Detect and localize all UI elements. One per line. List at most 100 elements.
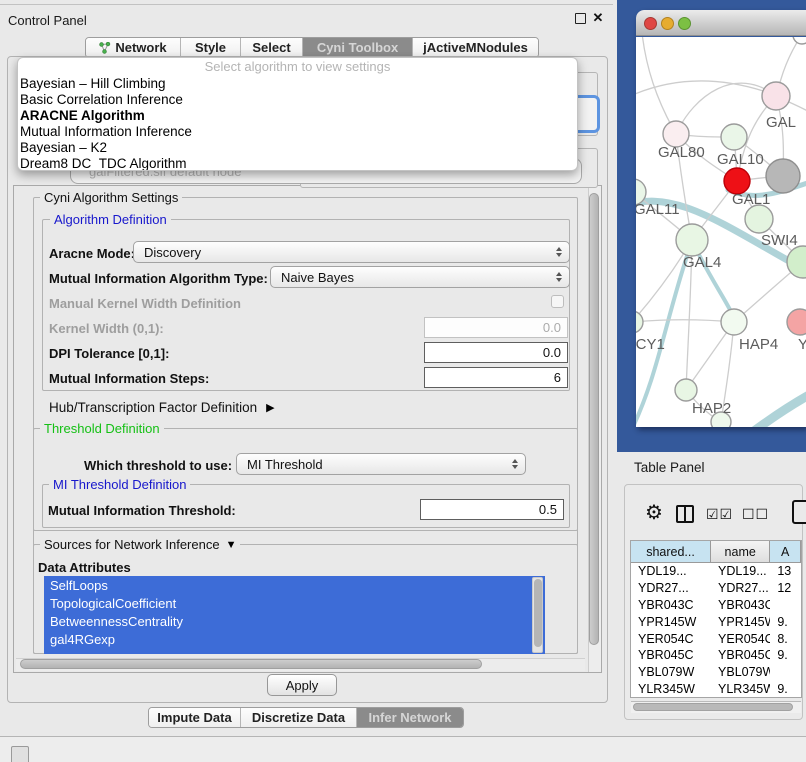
close-window-button[interactable] xyxy=(644,17,657,30)
which-threshold-combo[interactable]: MI Threshold xyxy=(236,453,526,475)
network-node[interactable] xyxy=(721,309,747,335)
table-row[interactable]: YDR27...YDR27...12 xyxy=(631,580,801,597)
algorithm-popup-item[interactable]: Bayesian – Hill Climbing xyxy=(18,75,577,91)
table-cell: YER054C xyxy=(631,630,711,647)
network-edge-highlighted xyxy=(754,387,806,427)
table-cell: 12 xyxy=(770,580,801,597)
attributes-scrollbar-thumb[interactable] xyxy=(534,579,542,647)
select-all-columns-icon[interactable]: ☑☑ xyxy=(706,506,733,523)
tab-infer-network[interactable]: Infer Network xyxy=(357,708,463,727)
network-node[interactable] xyxy=(676,224,708,256)
node-label: GAL10 xyxy=(717,151,764,168)
table-header-row: shared...nameA xyxy=(631,541,801,563)
table-cell: YLR345W xyxy=(631,681,711,698)
table-row[interactable]: YBR045CYBR045C9. xyxy=(631,647,801,664)
tab-style[interactable]: Style xyxy=(181,38,241,57)
tab-jactivemnodules[interactable]: jActiveMNodules xyxy=(413,38,538,57)
table-cell: YLR345W xyxy=(711,681,770,698)
network-node[interactable] xyxy=(636,311,643,333)
algorithm-popup-item[interactable]: Dream8 DC_TDC Algorithm xyxy=(18,155,577,171)
network-node[interactable] xyxy=(762,82,790,110)
function-builder-icon[interactable] xyxy=(792,500,806,524)
tab-select[interactable]: Select xyxy=(241,38,303,57)
data-attribute-item[interactable]: gal4RGexp xyxy=(44,630,545,648)
settings-horizontal-scrollbar-thumb[interactable] xyxy=(20,659,482,669)
table-row[interactable]: YER054CYER054C8. xyxy=(631,630,801,647)
table-cell: YBR045C xyxy=(711,647,770,664)
node-label: GAL xyxy=(766,114,796,131)
mi-threshold-field[interactable]: 0.5 xyxy=(420,499,564,520)
network-window: GALGAL80GAL10GAL1GAL11SWI4GAL4GCY1HAP4YH… xyxy=(636,10,806,427)
algorithm-definition-title: Algorithm Definition xyxy=(50,212,171,227)
minimize-window-button[interactable] xyxy=(661,17,674,30)
algorithm-popup-list: Bayesian – Hill ClimbingBasic Correlatio… xyxy=(18,75,577,171)
mi-steps-label: Mutual Information Steps: xyxy=(49,371,209,386)
deselect-all-columns-icon[interactable]: ☐☐ xyxy=(742,506,769,523)
network-node[interactable] xyxy=(766,159,800,193)
data-attributes-list: SelfLoopsTopologicalCoefficientBetweenne… xyxy=(44,576,545,654)
column-header[interactable]: shared... xyxy=(631,541,711,562)
mi-threshold-definition-title: MI Threshold Definition xyxy=(49,477,190,492)
table-cell: YPR145W xyxy=(631,613,711,630)
dpi-tolerance-field[interactable]: 0.0 xyxy=(424,342,568,363)
table-cell xyxy=(770,664,801,681)
table-row[interactable]: YBR043CYBR043C xyxy=(631,597,801,614)
close-icon[interactable]: ✕ xyxy=(591,10,605,26)
gear-icon[interactable]: ⚙ xyxy=(645,502,663,524)
data-attribute-item[interactable]: SelfLoops xyxy=(44,576,545,594)
table-horizontal-scrollbar-thumb[interactable] xyxy=(633,703,793,711)
network-node[interactable] xyxy=(721,124,747,150)
tab-impute-data[interactable]: Impute Data xyxy=(149,708,241,727)
apply-button[interactable]: Apply xyxy=(267,674,337,696)
table-row[interactable]: YDL19...YDL19...13 xyxy=(631,563,801,580)
table-cell: YBL079W xyxy=(711,664,770,681)
table-cell: YDL19... xyxy=(711,563,770,580)
table-cell: YIL052C xyxy=(711,697,770,698)
mi-type-combo[interactable]: Naive Bayes xyxy=(270,266,570,288)
table-cell: YER054C xyxy=(711,630,770,647)
manual-kernel-checkbox[interactable] xyxy=(551,295,564,308)
aracne-mode-combo[interactable]: Discovery xyxy=(133,241,570,263)
network-node[interactable] xyxy=(793,37,806,44)
settings-vertical-scrollbar-thumb[interactable] xyxy=(589,193,599,645)
sources-toggle[interactable]: Sources for Network Inference ▼ xyxy=(40,537,240,552)
data-attribute-item[interactable]: BetweennessCentrality xyxy=(44,612,545,630)
which-threshold-label: Which threshold to use: xyxy=(84,458,232,473)
network-node[interactable] xyxy=(745,205,773,233)
algorithm-popup-item[interactable]: ARACNE Algorithm xyxy=(18,107,577,123)
network-node[interactable] xyxy=(787,309,806,335)
table-row[interactable]: YLR345WYLR345W9. xyxy=(631,681,801,698)
table-row[interactable]: YBL079WYBL079W xyxy=(631,664,801,681)
tab-network[interactable]: Network xyxy=(86,38,181,57)
columns-icon[interactable] xyxy=(676,505,694,523)
network-canvas[interactable]: GALGAL80GAL10GAL1GAL11SWI4GAL4GCY1HAP4YH… xyxy=(636,37,806,427)
column-header[interactable]: name xyxy=(711,541,770,562)
kernel-width-field[interactable]: 0.0 xyxy=(424,317,568,338)
table-cell: YBR043C xyxy=(711,597,770,614)
table-row[interactable]: YPR145WYPR145W9. xyxy=(631,613,801,630)
network-window-titlebar[interactable] xyxy=(636,10,806,36)
tab-cyni-toolbox[interactable]: Cyni Toolbox xyxy=(303,38,413,57)
algorithm-popup-item[interactable]: Mutual Information Inference xyxy=(18,123,577,139)
table-body: YDL19...YDL19...13YDR27...YDR27...12YBR0… xyxy=(631,563,801,698)
node-label: GAL1 xyxy=(732,191,770,208)
hub-definition-toggle[interactable]: Hub/Transcription Factor Definition ▶ xyxy=(49,400,275,415)
app-root: Control Panel ✕ Network Style Select Cyn… xyxy=(0,0,806,762)
node-label: GCY1 xyxy=(636,336,665,353)
mi-steps-field[interactable]: 6 xyxy=(424,367,568,388)
float-panel-icon[interactable] xyxy=(575,13,586,24)
column-header[interactable]: A xyxy=(770,541,801,562)
network-node[interactable] xyxy=(675,379,697,401)
combo-arrows-icon xyxy=(556,247,562,257)
table-cell: YBR043C xyxy=(631,597,711,614)
data-attribute-item[interactable]: TopologicalCoefficient xyxy=(44,594,545,612)
algorithm-popup-item[interactable]: Bayesian – K2 xyxy=(18,139,577,155)
status-bar xyxy=(0,737,806,762)
tab-discretize-data[interactable]: Discretize Data xyxy=(241,708,357,727)
dock-panel-icon[interactable] xyxy=(11,746,29,762)
table-cell xyxy=(770,597,801,614)
zoom-window-button[interactable] xyxy=(678,17,691,30)
algorithm-popup-item[interactable]: Basic Correlation Inference xyxy=(18,91,577,107)
table-row[interactable]: YIL052CYIL052C9 xyxy=(631,697,801,698)
control-panel-tabs: Network Style Select Cyni Toolbox jActiv… xyxy=(85,37,539,58)
